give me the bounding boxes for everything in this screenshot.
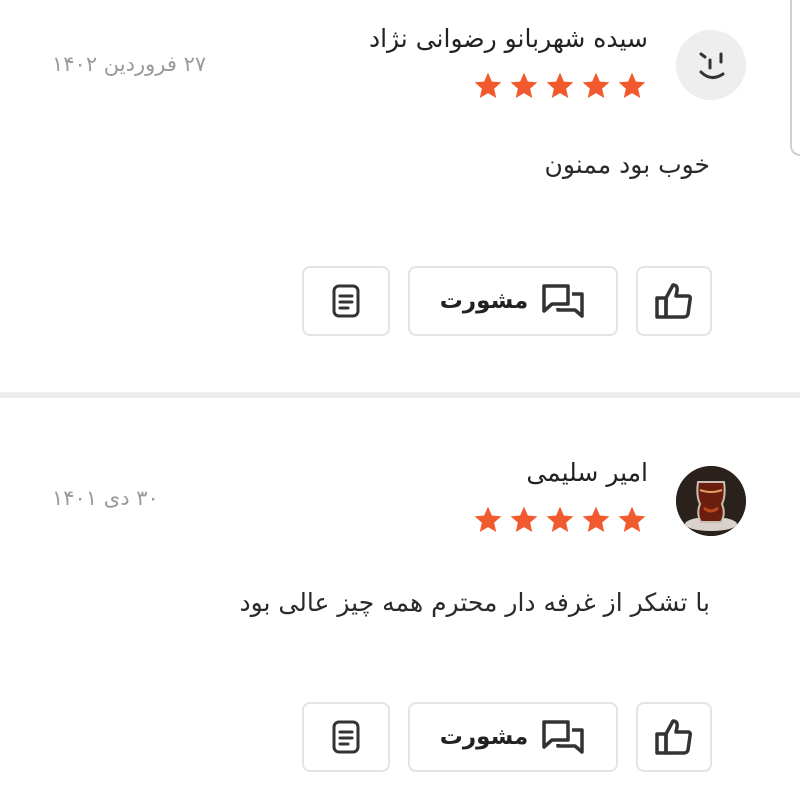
star-icon [546,506,574,532]
like-button[interactable] [636,266,712,336]
star-icon [618,72,646,98]
report-button[interactable] [302,266,390,336]
consult-label: مشورت [439,288,529,314]
review-text: خوب بود ممنون [544,150,710,179]
face-avatar-icon [676,30,746,100]
star-icon [582,506,610,532]
reviewer-name: امیر سلیمی [526,458,648,487]
star-icon [474,72,502,98]
chat-bubbles-icon [540,718,586,756]
document-icon [331,284,361,318]
review-date: ۲۷ فروردین ۱۴۰۲ [52,52,207,76]
report-button[interactable] [302,702,390,772]
star-icon [510,72,538,98]
chat-bubbles-icon [540,282,586,320]
star-icon [618,506,646,532]
like-button[interactable] [636,702,712,772]
star-icon [510,506,538,532]
review-actions: مشورت [302,266,712,336]
consult-button[interactable]: مشورت [408,266,618,336]
review-text: با تشکر از غرفه دار محترم همه چیز عالی ب… [239,588,710,617]
consult-button[interactable]: مشورت [408,702,618,772]
star-icon [546,72,574,98]
star-rating [472,70,648,104]
review-card: امیر سلیمی ۳۰ دی ۱۴۰۱ با تشکر از غرفه دا… [0,398,800,800]
review-card: سیده شهربانو رضوانی نژاد ۲۷ فروردین ۱۴۰۲… [0,0,800,392]
thumbs-up-icon [654,718,694,756]
star-icon [474,506,502,532]
thumbs-up-icon [654,282,694,320]
reviewer-name: سیده شهربانو رضوانی نژاد [368,24,648,53]
star-rating [472,504,648,538]
star-icon [582,72,610,98]
tea-glass-avatar [676,466,746,536]
review-date: ۳۰ دی ۱۴۰۱ [52,486,159,510]
review-actions: مشورت [302,702,712,772]
consult-label: مشورت [439,724,529,750]
reviews-page: سیده شهربانو رضوانی نژاد ۲۷ فروردین ۱۴۰۲… [0,0,800,800]
document-icon [331,720,361,754]
